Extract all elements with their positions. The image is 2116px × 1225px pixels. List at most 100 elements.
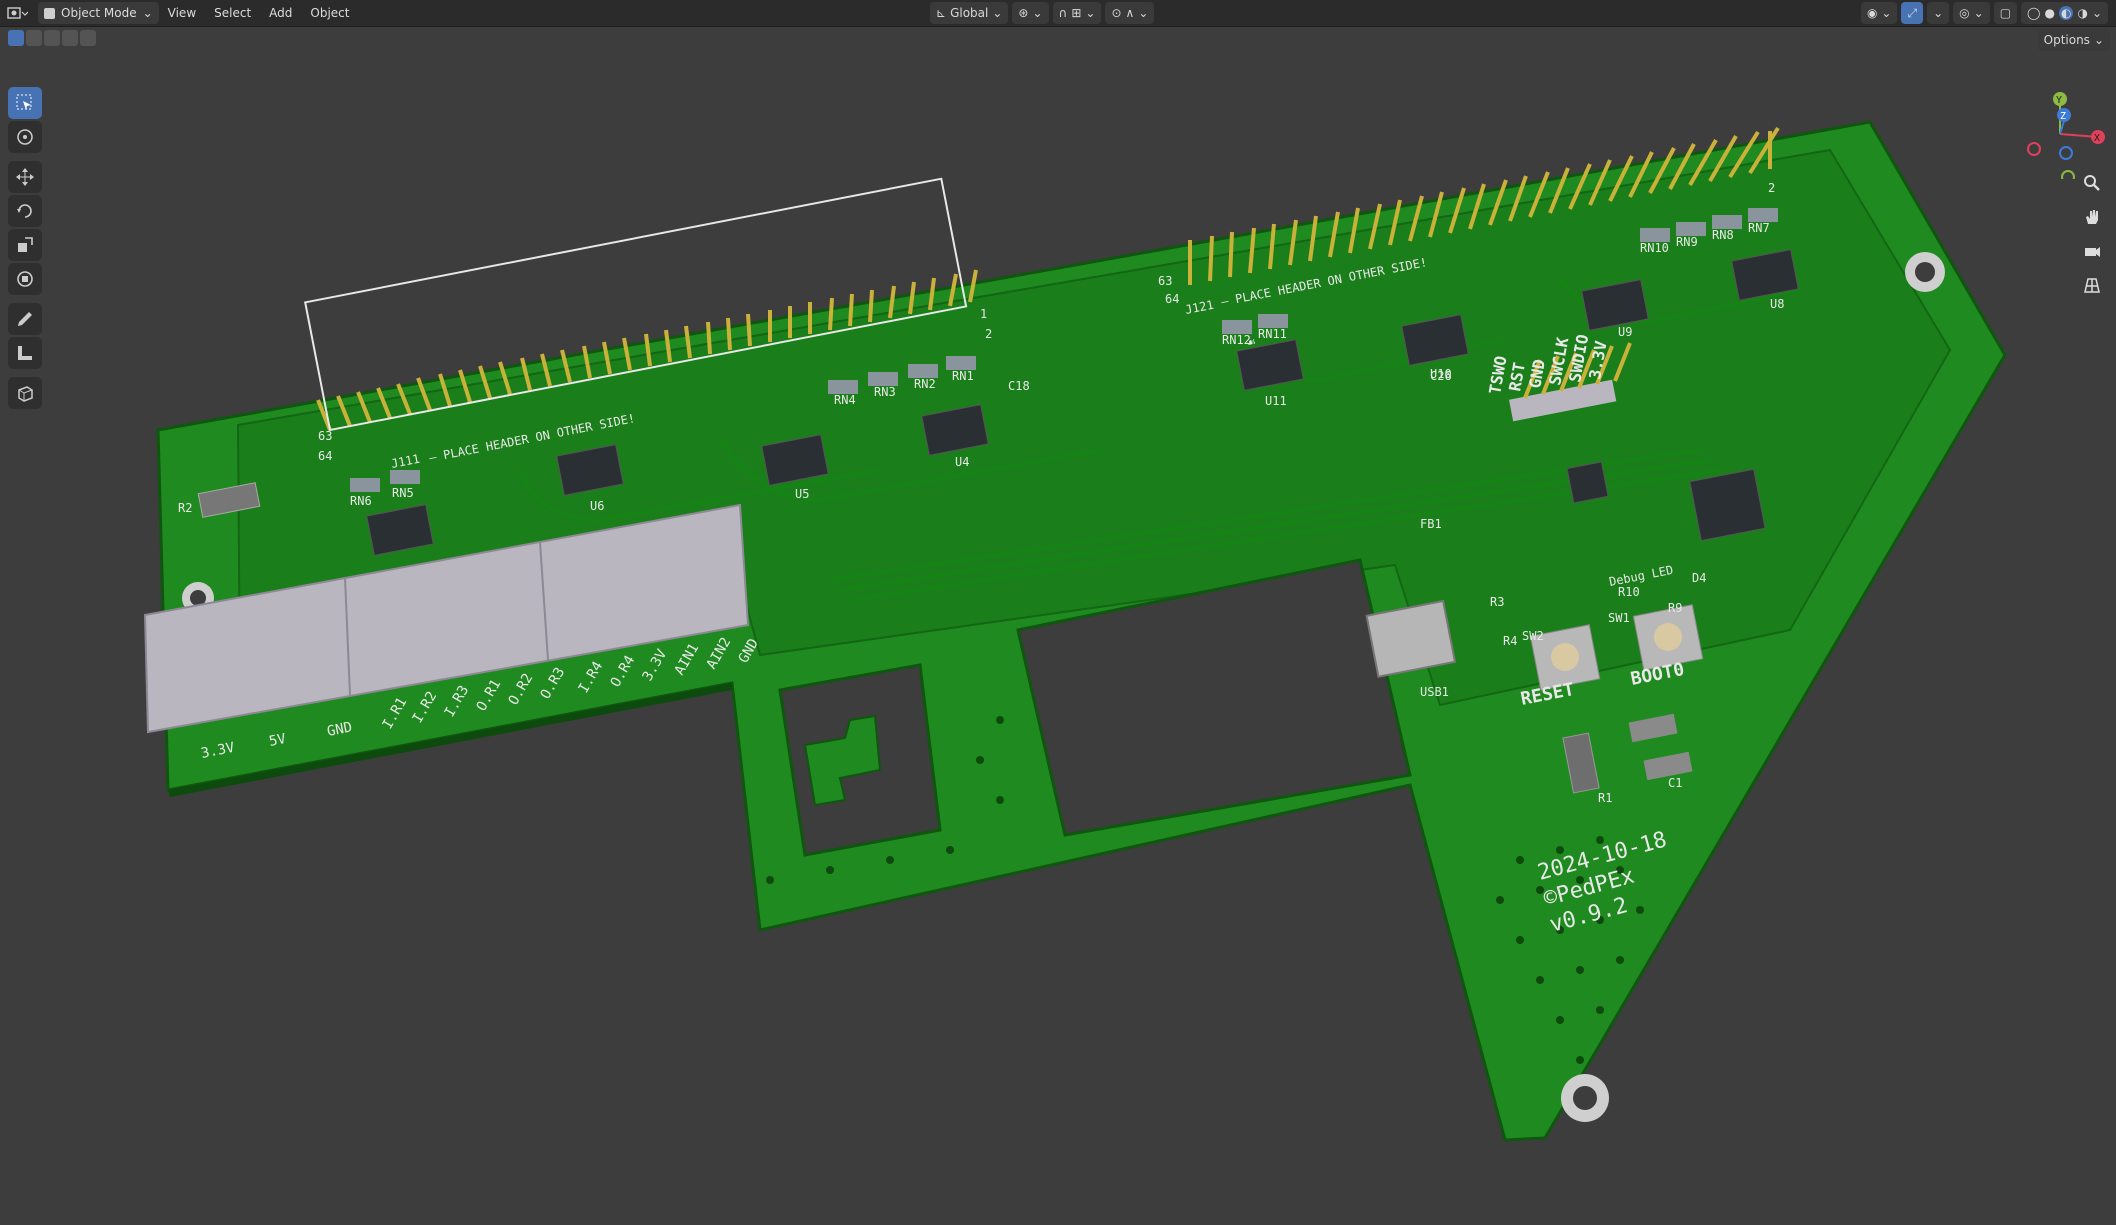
label-r4: R4 — [1503, 634, 1517, 648]
ruler-icon — [18, 346, 32, 360]
pin2-left: 2 — [985, 327, 992, 341]
zoom-button[interactable] — [2078, 169, 2106, 197]
cursor-icon — [17, 129, 33, 145]
chevron-down-icon: ⌄ — [1881, 6, 1892, 20]
neg-x-axis-handle[interactable] — [2027, 142, 2041, 156]
navigation-gizmo[interactable]: Y X Z — [2010, 89, 2110, 179]
chevron-down-icon: ⌄ — [1138, 6, 1149, 20]
solid-shading-icon[interactable]: ● — [2044, 6, 2054, 20]
scale-icon — [18, 237, 33, 252]
center-header-tools: ⊾ Global ⌄ ⊛ ⌄ ∩ ⊞ ⌄ ⊙ ∧ ⌄ — [930, 2, 1155, 24]
scale-tool[interactable] — [8, 229, 42, 261]
transform-tool[interactable] — [8, 263, 42, 295]
label-sw1: SW1 — [1608, 611, 1630, 625]
rotate-tool[interactable] — [8, 195, 42, 227]
label-rn4: RN4 — [834, 393, 856, 407]
move-tool[interactable] — [8, 161, 42, 193]
annotate-tool[interactable] — [8, 303, 42, 335]
add-cube-tool[interactable] — [8, 377, 42, 409]
chevron-down-icon: ⌄ — [1085, 6, 1096, 20]
orientation-icon: ⊾ — [936, 6, 947, 20]
grid-icon — [2084, 278, 2100, 293]
gizmo-icon: ⤢ — [1907, 5, 1918, 20]
label-u10: U10 — [1430, 367, 1452, 381]
measure-tool[interactable] — [8, 337, 42, 369]
magnet-icon: ∩ — [1058, 6, 1068, 20]
label-sw2: SW2 — [1522, 629, 1544, 643]
perspective-toggle-button[interactable] — [2078, 271, 2106, 299]
pivot-point-dropdown[interactable]: ⊛ ⌄ — [1012, 2, 1049, 24]
right-header-tools: ◉ ⌄ ⤢ ⌄ ◎ ⌄ ▢ ◯ ● ◐ ◑ ⌄ — [1860, 2, 2108, 24]
object-mode-dropdown[interactable]: Object Mode ⌄ — [38, 2, 159, 24]
pin63-left: 63 — [318, 429, 332, 443]
label-d4: D4 — [1692, 571, 1706, 585]
3d-viewport[interactable]: J111 – PLACE HEADER ON OTHER SIDE! J121 … — [0, 27, 2116, 1221]
label-r10: R10 — [1618, 585, 1640, 599]
chevron-down-icon: ⌄ — [1973, 6, 1984, 20]
svg-text:Z: Z — [2060, 111, 2066, 122]
camera-icon — [2085, 247, 2100, 257]
neg-z-axis-handle[interactable] — [2059, 146, 2073, 160]
menu-object[interactable]: Object — [301, 2, 358, 24]
rotate-icon — [17, 204, 32, 218]
chevron-down-icon: ⌄ — [1933, 6, 1944, 20]
snap-grid-icon: ⊞ — [1071, 6, 1082, 20]
pcb-scene: J111 – PLACE HEADER ON OTHER SIDE! J121 … — [143, 120, 2007, 1142]
gizmo-toggle[interactable]: ⤢ — [1901, 2, 1924, 24]
editor-type-button[interactable] — [0, 2, 34, 24]
pencil-icon — [18, 312, 32, 326]
falloff-icon: ∧ — [1125, 6, 1135, 20]
transform-orientation-dropdown[interactable]: ⊾ Global ⌄ — [930, 2, 1009, 24]
transform-icon — [17, 271, 33, 287]
xray-toggle[interactable]: ▢ — [1993, 2, 2018, 24]
material-shading-icon[interactable]: ◐ — [2058, 6, 2074, 20]
label-rn2: RN2 — [914, 377, 936, 391]
svg-text:X: X — [2094, 133, 2100, 144]
pan-button[interactable] — [2078, 203, 2106, 231]
label-rn9: RN9 — [1676, 235, 1698, 249]
usb-c-connector — [1365, 599, 1457, 678]
chevron-down-icon[interactable]: ⌄ — [2092, 6, 2102, 20]
label-r9: R9 — [1668, 601, 1682, 615]
chevron-down-icon: ⌄ — [992, 6, 1003, 20]
camera-view-button[interactable] — [2078, 237, 2106, 265]
pin63-right: 63 — [1158, 274, 1172, 288]
menu-select[interactable]: Select — [205, 2, 260, 24]
add-cube-icon — [18, 386, 33, 402]
select-box-tool[interactable] — [8, 87, 42, 119]
menu-view[interactable]: View — [159, 2, 205, 24]
gizmo-dropdown[interactable]: ⌄ — [1927, 2, 1950, 24]
label-rn3: RN3 — [874, 385, 896, 399]
pin2-right: 2 — [1768, 181, 1775, 195]
pin1-left: 1 — [980, 307, 987, 321]
tool-shelf — [8, 87, 46, 409]
zoom-icon — [2084, 175, 2100, 191]
label-rn11: RN11 — [1258, 327, 1287, 341]
svg-text:Y: Y — [2056, 95, 2062, 106]
menu-add[interactable]: Add — [260, 2, 301, 24]
wireframe-shading-icon[interactable]: ◯ — [2027, 6, 2040, 20]
label-rn8: RN8 — [1712, 228, 1734, 242]
label-rn10: RN10 — [1640, 241, 1669, 255]
eye-icon: ◉ — [1866, 6, 1878, 20]
move-icon — [16, 168, 34, 186]
label-c18: C18 — [1008, 379, 1030, 393]
shading-modes: ◯ ● ◐ ◑ ⌄ — [2021, 2, 2108, 24]
label-u8: U8 — [1770, 297, 1784, 311]
rendered-shading-icon[interactable]: ◑ — [2077, 6, 2087, 20]
hand-icon — [2086, 210, 2098, 224]
pin64-right: 64 — [1165, 292, 1179, 306]
proportional-edit-dropdown[interactable]: ⊙ ∧ ⌄ — [1105, 2, 1155, 24]
overlays-toggle[interactable]: ◎ ⌄ — [1953, 2, 1990, 24]
snap-dropdown[interactable]: ∩ ⊞ ⌄ — [1052, 2, 1102, 24]
proportional-edit-icon: ⊙ — [1111, 6, 1122, 20]
neg-y-axis-handle[interactable] — [2061, 170, 2075, 179]
cursor-tool[interactable] — [8, 121, 42, 153]
label-rn1: RN1 — [952, 369, 974, 383]
label-u5: U5 — [795, 487, 809, 501]
label-rn7: RN7 — [1748, 221, 1770, 235]
label-u6: U6 — [590, 499, 604, 513]
object-mode-icon — [44, 7, 55, 19]
pin64-left: 64 — [318, 449, 332, 463]
visibility-dropdown[interactable]: ◉ ⌄ — [1860, 2, 1898, 24]
